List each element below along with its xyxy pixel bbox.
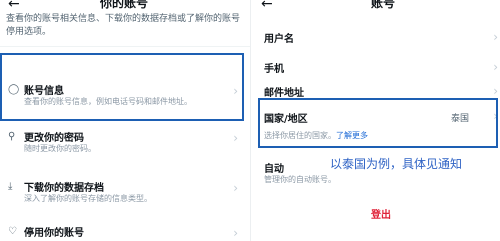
download-archive-sub: 深入了解你的账号存储的信息类型。 — [24, 194, 152, 203]
divider — [0, 46, 250, 47]
change-password-label: 更改你的密码 — [24, 133, 84, 144]
highlight-box-country — [258, 98, 498, 148]
change-password-item[interactable]: ⚲ 更改你的密码 随时更改你的密码。 › — [0, 125, 250, 155]
logout-button[interactable]: 登出 — [371, 206, 391, 221]
download-archive-label: 下载你的数据存档 — [24, 183, 104, 194]
page-title: 你的账号 — [100, 0, 149, 10]
deactivate-account-item[interactable]: ♡ 停用你的账号 › — [0, 222, 250, 241]
change-password-sub: 随时更改你的密码。 — [24, 144, 96, 153]
arrow-left-icon[interactable]: ← — [261, 0, 273, 12]
username-item[interactable]: 用户名 › — [251, 24, 500, 48]
key-icon: ⚲ — [8, 131, 16, 142]
chevron-right-icon: › — [493, 30, 498, 44]
chevron-right-icon: › — [233, 181, 238, 195]
broken-heart-icon: ♡ — [8, 226, 17, 237]
email-item[interactable]: 邮件地址 › — [251, 80, 500, 100]
annotation-text: 以泰国为例，具体见通知 — [330, 157, 463, 171]
chevron-right-icon: › — [233, 226, 238, 240]
page-title: 账号 — [371, 0, 396, 10]
page-description: 查看你的账号相关信息、下载你的数据存档或了解你的账号停用选项。 — [6, 14, 241, 37]
download-icon: ⤓ — [8, 181, 13, 192]
deactivate-account-label: 停用你的账号 — [24, 228, 84, 239]
automation-label: 自动 — [264, 164, 284, 175]
chevron-right-icon: › — [493, 60, 498, 74]
email-label: 邮件地址 — [264, 88, 304, 99]
arrow-left-icon[interactable]: ← — [8, 0, 20, 12]
download-archive-item[interactable]: ⤓ 下载你的数据存档 深入了解你的账号存储的信息类型。 › — [0, 175, 250, 205]
automation-desc: 管理你的自动账号。 — [264, 175, 336, 184]
chevron-right-icon: › — [233, 131, 238, 145]
highlight-box-account-info — [0, 53, 244, 121]
phone-item[interactable]: 手机 › — [251, 54, 500, 78]
chevron-right-icon: › — [493, 84, 498, 98]
phone-label: 手机 — [264, 64, 284, 75]
username-label: 用户名 — [264, 34, 294, 45]
